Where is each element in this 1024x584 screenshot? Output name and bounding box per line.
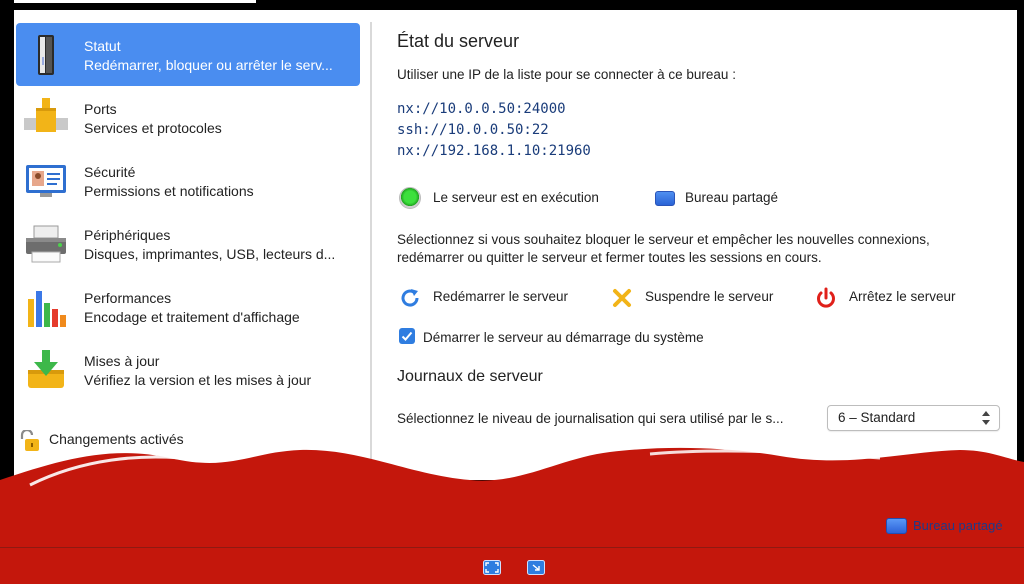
sidebar-item-subtitle: Services et protocoles	[84, 120, 222, 136]
sidebar: Statut Redémarrer, bloquer ou arrêter le…	[14, 10, 370, 480]
sidebar-item-ports[interactable]: Ports Services et protocoles	[16, 86, 360, 149]
ip-address[interactable]: nx://10.0.0.50:24000	[397, 101, 566, 117]
sidebar-item-subtitle: Encodage et traitement d'affichage	[84, 309, 300, 325]
id-card-monitor-icon	[26, 165, 66, 197]
autostart-checkbox[interactable]	[399, 328, 415, 344]
title-tab	[14, 0, 256, 3]
shared-desktop-label: Bureau partagé	[685, 190, 779, 205]
restart-icon	[401, 289, 419, 307]
main-panel: État du serveur Utiliser une IP de la li…	[397, 10, 1007, 480]
stop-server-label: Arrêtez le serveur	[849, 289, 956, 304]
sidebar-divider	[370, 22, 372, 480]
sidebar-item-title: Périphériques	[84, 227, 171, 243]
bar-chart-icon	[28, 291, 66, 327]
shared-desktop-icon	[886, 518, 907, 534]
sidebar-item-performances[interactable]: Performances Encodage et traitement d'af…	[16, 275, 360, 338]
shared-desktop-icon	[655, 191, 675, 206]
suspend-x-icon	[613, 289, 631, 307]
sidebar-item-subtitle: Permissions et notifications	[84, 183, 254, 199]
sidebar-item-mises-a-jour[interactable]: Mises à jour Vérifiez la version et les …	[16, 338, 360, 401]
sidebar-item-securite[interactable]: Sécurité Permissions et notifications	[16, 149, 360, 212]
fullscreen-icon[interactable]	[483, 560, 501, 575]
preferences-window: Statut Redémarrer, bloquer ou arrêter le…	[14, 10, 1017, 480]
sidebar-item-title: Statut	[84, 38, 121, 54]
server-running-label: Le serveur est en exécution	[433, 190, 599, 205]
sidebar-item-peripheriques[interactable]: Périphériques Disques, imprimantes, USB,…	[16, 212, 360, 275]
ports-pipe-icon	[24, 98, 68, 132]
description-text: Sélectionnez si vous souhaitez bloquer l…	[397, 232, 930, 247]
sidebar-item-title: Mises à jour	[84, 353, 160, 369]
sidebar-item-title: Ports	[84, 101, 117, 117]
log-level-select[interactable]: 6 – Standard	[827, 405, 1000, 431]
suspend-server-label: Suspendre le serveur	[645, 289, 774, 304]
ip-address[interactable]: nx://192.168.1.10:21960	[397, 143, 591, 159]
fit-window-icon[interactable]	[527, 560, 545, 575]
bottom-toolbar	[0, 547, 1024, 584]
description-text: redémarrer ou quitter le serveur et ferm…	[397, 250, 822, 265]
log-level-prompt: Sélectionnez le niveau de journalisation…	[397, 411, 784, 426]
title-bar	[0, 0, 1024, 10]
select-arrows-icon	[982, 411, 990, 425]
server-running-indicator	[399, 187, 421, 209]
sidebar-item-statut[interactable]: Statut Redémarrer, bloquer ou arrêter le…	[16, 23, 360, 86]
sidebar-item-title: Performances	[84, 290, 172, 306]
printer-icon	[26, 225, 66, 263]
server-tower-icon	[38, 35, 54, 75]
ip-address[interactable]: ssh://10.0.0.50:22	[397, 122, 549, 138]
sidebar-item-subtitle: Vérifiez la version et les mises à jour	[84, 372, 312, 388]
ip-intro-text: Utiliser une IP de la liste pour se conn…	[397, 67, 736, 82]
power-icon	[817, 287, 835, 308]
autostart-label: Démarrer le serveur au démarrage du syst…	[423, 330, 704, 345]
sidebar-item-title: Sécurité	[84, 164, 136, 180]
logs-section-title: Journaux de serveur	[397, 368, 543, 385]
restart-server-label: Redémarrer le serveur	[433, 289, 569, 304]
download-tray-icon	[28, 350, 64, 388]
sidebar-item-subtitle: Redémarrer, bloquer ou arrêter le serv..…	[84, 57, 333, 73]
sidebar-item-subtitle: Disques, imprimantes, USB, lecteurs d...	[84, 246, 336, 262]
log-level-value: 6 – Standard	[838, 410, 916, 425]
shared-desktop-label: Bureau partagé	[913, 518, 1003, 533]
checkmark-icon	[401, 331, 413, 341]
page-title: État du serveur	[397, 31, 520, 51]
